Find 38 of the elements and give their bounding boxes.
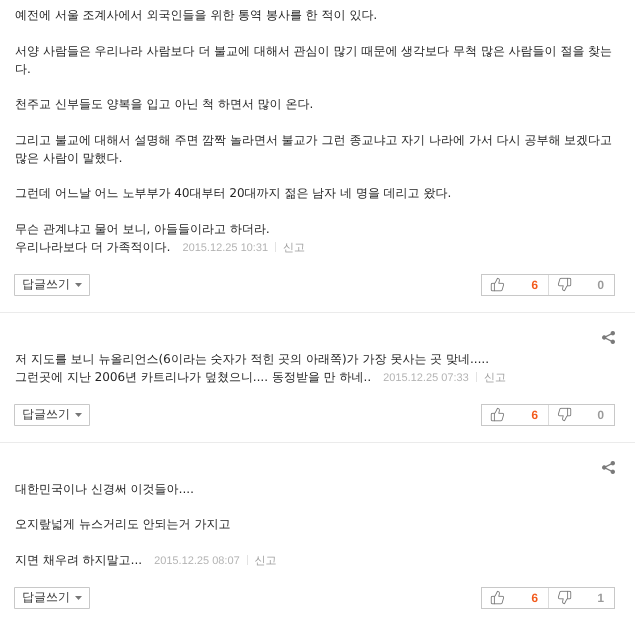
reply-button[interactable]: 답글쓰기 [14, 274, 90, 296]
thumbs-down-icon [557, 277, 572, 292]
dislike-button[interactable]: 0 [548, 274, 614, 294]
report-link[interactable]: 신고 [283, 240, 306, 254]
report-link[interactable]: 신고 [484, 370, 506, 384]
caret-icon [75, 596, 82, 600]
thumbs-down-icon [557, 590, 572, 605]
caret-icon [75, 282, 82, 286]
comment-text: 무슨 관계냐고 물어 보니, 아들들이라고 하더라. [15, 222, 270, 236]
comment-text: 그리고 불교에 대해서 설명해 주면 깜짝 놀라면서 불교가 그런 종교냐고 자기 나라에 가서 다시 공부해 보겠다고 많은 사람이 말했다. [15, 132, 612, 164]
comment-date: 2015.12.25 07:33 [383, 372, 469, 384]
comment-text: 오지랖넓게 뉴스거리도 안되는거 가지고 [15, 517, 230, 531]
thumbs-up-icon [490, 407, 505, 422]
comment-text: 천주교 신부들도 양복을 입고 아닌 척 하면서 많이 온다. [15, 97, 314, 111]
share-icon[interactable] [602, 330, 615, 344]
like-button[interactable]: 6 [482, 404, 548, 424]
comment-date: 2015.12.25 10:31 [182, 242, 268, 254]
comment-date: 2015.12.25 08:07 [154, 554, 240, 566]
share-icon[interactable] [602, 460, 615, 474]
comment-text: 예전에 서울 조계사에서 외국인들을 위한 통역 봉사를 한 적이 있다. [15, 8, 378, 22]
thumbs-up-icon [490, 590, 505, 605]
dislike-button[interactable]: 0 [548, 404, 614, 424]
comment-text: 그런데 어느날 어느 노부부가 40대부터 20대까지 젊은 남자 네 명을 데리고 왔다. [15, 186, 452, 200]
like-button[interactable]: 6 [482, 274, 548, 294]
comment-text: 우리나라보다 더 가족적이다. [15, 240, 170, 254]
reply-button[interactable]: 답글쓰기 [14, 586, 90, 608]
reply-button[interactable]: 답글쓰기 [14, 404, 90, 426]
dislike-button[interactable]: 1 [548, 588, 614, 608]
comment-text: 그런곳에 지난 2006년 카트리나가 덮쳤으니.... 동정받을 만 하네.. [15, 370, 372, 384]
comment-text: 서양 사람들은 우리나라 사람보다 더 불교에 대해서 관심이 많기 때문에 생각보다 무척 많은 사람들이 절을 찾는다. [15, 44, 612, 76]
caret-icon [75, 412, 82, 416]
comment-text: 저 지도를 보니 뉴올리언스(6이라는 숫자가 적힌 곳의 아래쪽)가 가장 못사는 곳 맞네..... [15, 352, 490, 366]
thumbs-down-icon [557, 407, 572, 422]
report-link[interactable]: 신고 [254, 554, 277, 566]
comment-text: 지면 채우려 하지말고... [15, 552, 142, 566]
thumbs-up-icon [490, 277, 505, 292]
like-button[interactable]: 6 [482, 588, 548, 608]
comment-text: 대한민국이나 신경써 이것들아.... [15, 482, 194, 496]
